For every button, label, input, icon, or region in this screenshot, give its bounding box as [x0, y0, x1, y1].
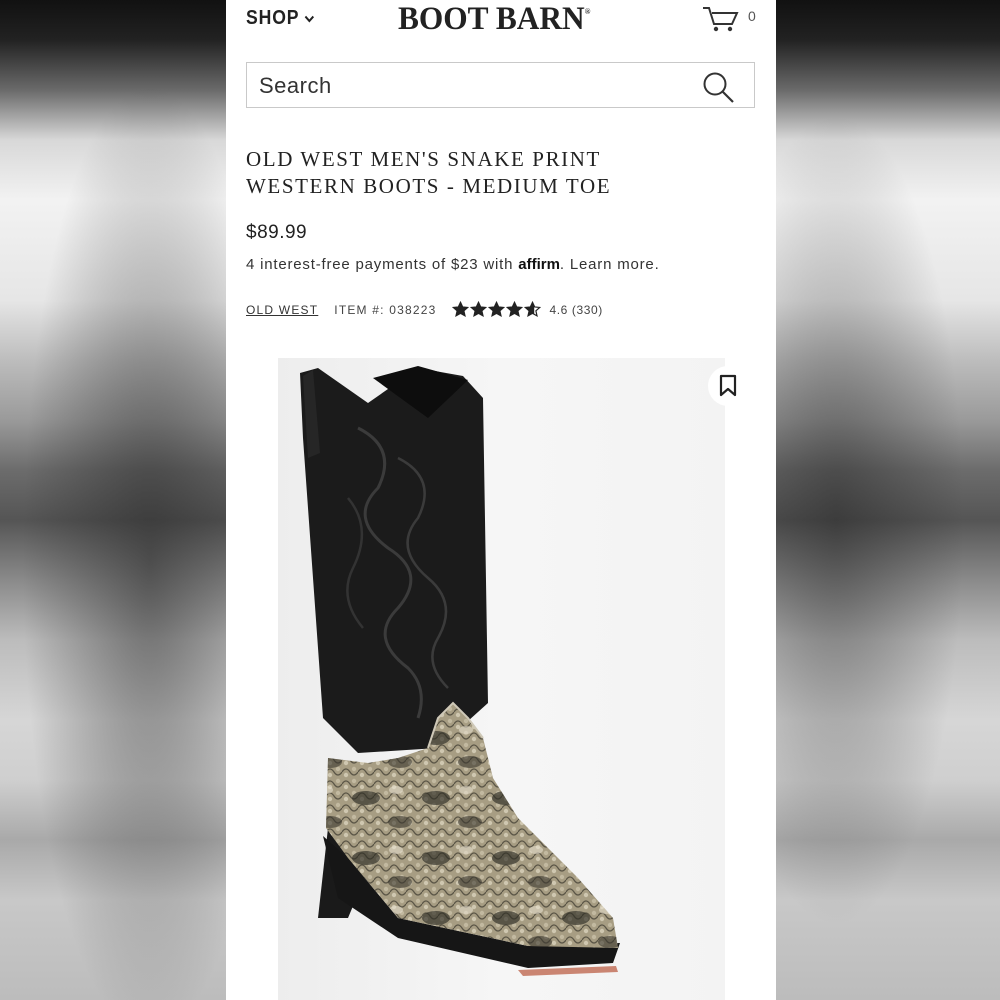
- item-number: ITEM #: 038223: [334, 302, 437, 317]
- logo-text: BOOT BARN: [398, 1, 585, 37]
- star-icon: [470, 301, 488, 318]
- product-price: $89.99: [246, 222, 308, 243]
- shop-menu-button[interactable]: SHOP: [246, 7, 314, 30]
- star-icon: [506, 301, 524, 318]
- site-logo[interactable]: BOOT BARN®: [398, 1, 590, 38]
- rating-stars[interactable]: [452, 301, 542, 318]
- brand-link[interactable]: OLD WEST: [246, 303, 318, 317]
- star-icon: [488, 301, 506, 318]
- cart-count[interactable]: 0: [748, 8, 756, 24]
- star-icon: [452, 301, 470, 318]
- star-icon: [524, 301, 542, 318]
- mobile-page: SHOP BOOT BARN® 0 Search OLD WEST MEN'S …: [226, 0, 776, 1000]
- bookmark-icon: [719, 374, 737, 397]
- product-title: OLD WEST MEN'S SNAKE PRINT WESTERN BOOTS…: [246, 147, 612, 198]
- shop-label: SHOP: [246, 7, 300, 29]
- search-input[interactable]: Search: [246, 62, 755, 108]
- installment-text: 4 interest-free payments of $23 with: [246, 256, 514, 273]
- backdrop-left: [0, 0, 226, 1000]
- search-placeholder: Search: [259, 73, 332, 98]
- backdrop-right: [776, 0, 1000, 1000]
- installment-info: 4 interest-free payments of $23 with aff…: [246, 256, 660, 273]
- rating-summary[interactable]: 4.6 (330): [549, 303, 602, 317]
- logo-registered-mark: ®: [584, 7, 591, 16]
- affirm-logo: affirm: [518, 256, 560, 273]
- boot-illustration: [300, 366, 620, 976]
- product-image[interactable]: [278, 358, 725, 1000]
- wishlist-button[interactable]: [708, 366, 748, 406]
- search-icon[interactable]: [700, 69, 736, 105]
- site-header: SHOP BOOT BARN® 0: [226, 0, 776, 40]
- product-meta: OLD WEST ITEM #: 038223 4.6 (330): [246, 301, 603, 318]
- learn-more-link[interactable]: . Learn more.: [560, 256, 660, 273]
- cart-icon[interactable]: [702, 4, 742, 32]
- chevron-down-icon: [304, 15, 314, 23]
